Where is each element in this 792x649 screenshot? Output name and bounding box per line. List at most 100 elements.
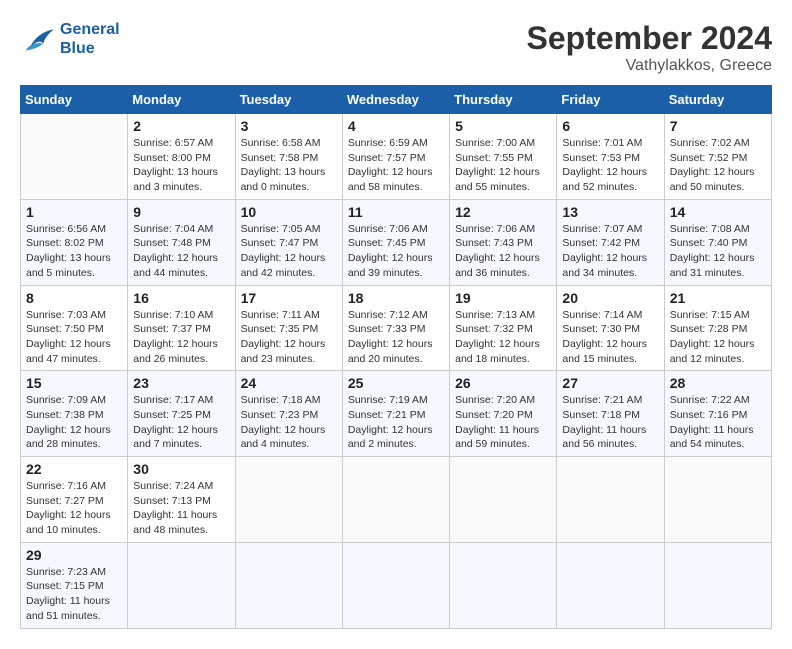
day-info: Sunrise: 7:18 AMSunset: 7:23 PMDaylight:… <box>241 394 326 450</box>
logo-bird-icon <box>20 24 56 54</box>
day-info: Sunrise: 7:03 AMSunset: 7:50 PMDaylight:… <box>26 309 111 365</box>
logo-text: General Blue <box>60 20 120 58</box>
calendar-cell: 23 Sunrise: 7:17 AMSunset: 7:25 PMDaylig… <box>128 371 235 457</box>
day-number: 11 <box>348 204 444 220</box>
calendar-cell: 6 Sunrise: 7:01 AMSunset: 7:53 PMDayligh… <box>557 114 664 200</box>
day-info: Sunrise: 7:11 AMSunset: 7:35 PMDaylight:… <box>241 309 326 365</box>
day-info: Sunrise: 7:17 AMSunset: 7:25 PMDaylight:… <box>133 394 218 450</box>
page-header: General Blue September 2024 Vathylakkos,… <box>20 20 772 75</box>
calendar-week-row: 1 Sunrise: 6:56 AMSunset: 8:02 PMDayligh… <box>21 199 772 285</box>
calendar-cell: 8 Sunrise: 7:03 AMSunset: 7:50 PMDayligh… <box>21 285 128 371</box>
day-info: Sunrise: 7:08 AMSunset: 7:40 PMDaylight:… <box>670 223 755 279</box>
day-info: Sunrise: 7:24 AMSunset: 7:13 PMDaylight:… <box>133 480 217 536</box>
calendar-cell: 7 Sunrise: 7:02 AMSunset: 7:52 PMDayligh… <box>664 114 771 200</box>
calendar-week-row: 15 Sunrise: 7:09 AMSunset: 7:38 PMDaylig… <box>21 371 772 457</box>
calendar-cell <box>21 114 128 200</box>
calendar-week-row: 2 Sunrise: 6:57 AMSunset: 8:00 PMDayligh… <box>21 114 772 200</box>
day-number: 4 <box>348 118 444 134</box>
calendar-cell: 14 Sunrise: 7:08 AMSunset: 7:40 PMDaylig… <box>664 199 771 285</box>
calendar-cell: 24 Sunrise: 7:18 AMSunset: 7:23 PMDaylig… <box>235 371 342 457</box>
day-info: Sunrise: 6:58 AMSunset: 7:58 PMDaylight:… <box>241 137 326 193</box>
calendar-cell: 29 Sunrise: 7:23 AMSunset: 7:15 PMDaylig… <box>21 542 128 628</box>
calendar-cell: 4 Sunrise: 6:59 AMSunset: 7:57 PMDayligh… <box>342 114 449 200</box>
day-info: Sunrise: 7:12 AMSunset: 7:33 PMDaylight:… <box>348 309 433 365</box>
day-number: 14 <box>670 204 766 220</box>
day-number: 1 <box>26 204 122 220</box>
calendar-cell <box>450 457 557 543</box>
col-tuesday: Tuesday <box>235 86 342 114</box>
logo: General Blue <box>20 20 120 58</box>
calendar-cell: 12 Sunrise: 7:06 AMSunset: 7:43 PMDaylig… <box>450 199 557 285</box>
day-info: Sunrise: 7:10 AMSunset: 7:37 PMDaylight:… <box>133 309 218 365</box>
calendar-cell: 27 Sunrise: 7:21 AMSunset: 7:18 PMDaylig… <box>557 371 664 457</box>
col-saturday: Saturday <box>664 86 771 114</box>
day-number: 9 <box>133 204 229 220</box>
day-number: 3 <box>241 118 337 134</box>
calendar-cell: 22 Sunrise: 7:16 AMSunset: 7:27 PMDaylig… <box>21 457 128 543</box>
day-info: Sunrise: 7:07 AMSunset: 7:42 PMDaylight:… <box>562 223 647 279</box>
day-info: Sunrise: 7:20 AMSunset: 7:20 PMDaylight:… <box>455 394 539 450</box>
day-number: 6 <box>562 118 658 134</box>
calendar-cell: 1 Sunrise: 6:56 AMSunset: 8:02 PMDayligh… <box>21 199 128 285</box>
day-number: 21 <box>670 290 766 306</box>
day-number: 17 <box>241 290 337 306</box>
day-info: Sunrise: 7:19 AMSunset: 7:21 PMDaylight:… <box>348 394 433 450</box>
day-number: 30 <box>133 461 229 477</box>
day-info: Sunrise: 7:15 AMSunset: 7:28 PMDaylight:… <box>670 309 755 365</box>
day-number: 27 <box>562 375 658 391</box>
day-number: 26 <box>455 375 551 391</box>
calendar-cell: 13 Sunrise: 7:07 AMSunset: 7:42 PMDaylig… <box>557 199 664 285</box>
col-sunday: Sunday <box>21 86 128 114</box>
day-number: 13 <box>562 204 658 220</box>
calendar-week-row: 29 Sunrise: 7:23 AMSunset: 7:15 PMDaylig… <box>21 542 772 628</box>
day-info: Sunrise: 6:57 AMSunset: 8:00 PMDaylight:… <box>133 137 218 193</box>
day-info: Sunrise: 7:22 AMSunset: 7:16 PMDaylight:… <box>670 394 754 450</box>
location: Vathylakkos, Greece <box>527 57 772 75</box>
calendar-cell <box>342 457 449 543</box>
day-info: Sunrise: 7:04 AMSunset: 7:48 PMDaylight:… <box>133 223 218 279</box>
col-wednesday: Wednesday <box>342 86 449 114</box>
day-info: Sunrise: 7:06 AMSunset: 7:45 PMDaylight:… <box>348 223 433 279</box>
day-number: 15 <box>26 375 122 391</box>
calendar-week-row: 8 Sunrise: 7:03 AMSunset: 7:50 PMDayligh… <box>21 285 772 371</box>
calendar-cell <box>235 542 342 628</box>
day-info: Sunrise: 6:59 AMSunset: 7:57 PMDaylight:… <box>348 137 433 193</box>
calendar-cell: 28 Sunrise: 7:22 AMSunset: 7:16 PMDaylig… <box>664 371 771 457</box>
day-info: Sunrise: 7:14 AMSunset: 7:30 PMDaylight:… <box>562 309 647 365</box>
day-info: Sunrise: 7:05 AMSunset: 7:47 PMDaylight:… <box>241 223 326 279</box>
day-number: 7 <box>670 118 766 134</box>
day-info: Sunrise: 7:21 AMSunset: 7:18 PMDaylight:… <box>562 394 646 450</box>
day-number: 20 <box>562 290 658 306</box>
day-info: Sunrise: 7:00 AMSunset: 7:55 PMDaylight:… <box>455 137 540 193</box>
day-info: Sunrise: 7:01 AMSunset: 7:53 PMDaylight:… <box>562 137 647 193</box>
title-area: September 2024 Vathylakkos, Greece <box>527 20 772 75</box>
calendar-cell: 3 Sunrise: 6:58 AMSunset: 7:58 PMDayligh… <box>235 114 342 200</box>
day-number: 25 <box>348 375 444 391</box>
day-number: 5 <box>455 118 551 134</box>
calendar-cell <box>557 542 664 628</box>
calendar-cell <box>235 457 342 543</box>
calendar-cell <box>664 542 771 628</box>
calendar-cell <box>450 542 557 628</box>
col-friday: Friday <box>557 86 664 114</box>
day-info: Sunrise: 7:06 AMSunset: 7:43 PMDaylight:… <box>455 223 540 279</box>
calendar-cell: 16 Sunrise: 7:10 AMSunset: 7:37 PMDaylig… <box>128 285 235 371</box>
calendar-cell <box>342 542 449 628</box>
day-number: 22 <box>26 461 122 477</box>
calendar-cell: 5 Sunrise: 7:00 AMSunset: 7:55 PMDayligh… <box>450 114 557 200</box>
calendar-week-row: 22 Sunrise: 7:16 AMSunset: 7:27 PMDaylig… <box>21 457 772 543</box>
day-info: Sunrise: 6:56 AMSunset: 8:02 PMDaylight:… <box>26 223 111 279</box>
calendar-cell: 26 Sunrise: 7:20 AMSunset: 7:20 PMDaylig… <box>450 371 557 457</box>
day-number: 23 <box>133 375 229 391</box>
col-monday: Monday <box>128 86 235 114</box>
calendar-cell: 18 Sunrise: 7:12 AMSunset: 7:33 PMDaylig… <box>342 285 449 371</box>
day-number: 29 <box>26 547 122 563</box>
calendar-cell: 2 Sunrise: 6:57 AMSunset: 8:00 PMDayligh… <box>128 114 235 200</box>
calendar-cell: 10 Sunrise: 7:05 AMSunset: 7:47 PMDaylig… <box>235 199 342 285</box>
day-number: 18 <box>348 290 444 306</box>
calendar-cell: 9 Sunrise: 7:04 AMSunset: 7:48 PMDayligh… <box>128 199 235 285</box>
calendar-cell: 30 Sunrise: 7:24 AMSunset: 7:13 PMDaylig… <box>128 457 235 543</box>
day-info: Sunrise: 7:23 AMSunset: 7:15 PMDaylight:… <box>26 566 110 622</box>
day-info: Sunrise: 7:09 AMSunset: 7:38 PMDaylight:… <box>26 394 111 450</box>
calendar-cell: 15 Sunrise: 7:09 AMSunset: 7:38 PMDaylig… <box>21 371 128 457</box>
